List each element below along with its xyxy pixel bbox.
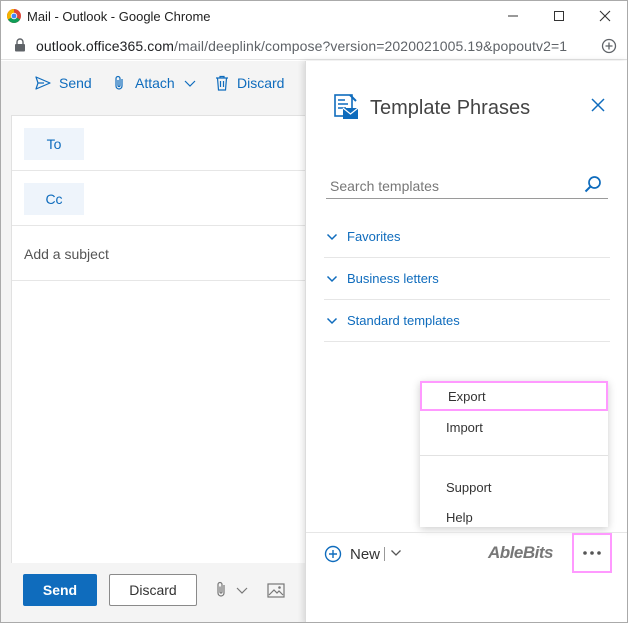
window-title: Mail - Outlook - Google Chrome [27,9,211,24]
search-templates-field[interactable]: Search templates [326,173,608,199]
browser-window: Mail - Outlook - Google Chrome outlook.o… [0,0,628,623]
toolbar-discard-label: Discard [237,75,285,91]
toolbar-send-button[interactable]: Send [35,73,92,93]
toolbar-attach-label: Attach [135,75,175,91]
address-bar[interactable]: outlook.office365.com/mail/deeplink/comp… [1,32,627,60]
search-input[interactable]: Search templates [330,178,439,194]
url-path: /mail/deeplink/compose?version=202002100… [174,38,568,54]
menu-item-support[interactable]: Support [420,472,608,502]
url-text[interactable]: outlook.office365.com/mail/deeplink/comp… [36,38,567,54]
trash-icon [216,75,228,91]
compose-form: To Cc Add a subject [11,115,306,563]
discard-button[interactable]: Discard [109,574,197,606]
minimize-icon [508,15,518,17]
category-label: Favorites [347,229,401,244]
category-label: Standard templates [347,313,460,328]
subject-row[interactable]: Add a subject [12,226,306,281]
category-label: Business letters [347,271,439,286]
menu-item-import[interactable]: Import [420,412,608,442]
compose-footer: Send Discard [1,569,305,622]
close-icon [599,10,611,22]
chevron-down-icon [326,233,338,240]
compose-area: Send Attach Discard To Cc Add a subject [1,61,306,622]
new-template-label: New [350,545,381,563]
ellipsis-icon [583,551,601,555]
minimize-button[interactable] [501,5,525,27]
send-button[interactable]: Send [23,574,97,606]
new-template-button[interactable]: New [324,544,380,564]
ablebits-logo: AbleBits [488,543,553,562]
chevron-down-icon[interactable] [390,549,402,557]
paperclip-icon[interactable] [215,581,229,599]
subject-input[interactable]: Add a subject [24,246,109,262]
menu-item-export[interactable]: Export [420,381,608,411]
lock-icon [15,38,25,52]
close-icon[interactable] [590,97,606,113]
to-button[interactable]: To [24,128,84,160]
chevron-down-icon [326,275,338,282]
toolbar-attach-button[interactable]: Attach [113,73,197,93]
more-options-button[interactable] [572,533,612,573]
category-favorites[interactable]: Favorites [324,216,610,258]
more-options-menu: Export Import Support Help [420,381,608,527]
paperclip-icon [115,75,123,90]
panel-title: Template Phrases [370,97,531,119]
close-window-button[interactable] [593,5,617,27]
menu-divider [420,455,608,456]
add-circle-icon [324,545,342,563]
toolbar-discard-button[interactable]: Discard [215,73,284,93]
maximize-button[interactable] [547,5,571,27]
to-row: To [12,116,306,171]
menu-item-help[interactable]: Help [420,502,608,532]
send-icon [35,76,51,90]
toolbar-send-label: Send [59,75,92,91]
image-icon[interactable] [267,583,285,598]
chevron-down-icon [326,317,338,324]
title-bar: Mail - Outlook - Google Chrome [1,1,627,32]
new-button-divider [384,547,385,561]
url-host: outlook.office365.com [36,38,175,54]
category-business-letters[interactable]: Business letters [324,258,610,300]
add-circle-icon[interactable] [601,38,617,54]
search-icon[interactable] [584,175,602,193]
template-phrases-logo-icon [334,94,359,119]
chevron-down-icon[interactable] [235,586,249,596]
maximize-icon [554,11,564,21]
compose-toolbar: Send Attach Discard [1,61,305,105]
cc-row: Cc [12,171,306,226]
template-phrases-panel: Template Phrases Search templates Favori… [305,61,627,622]
chrome-icon [7,9,21,23]
cc-button[interactable]: Cc [24,183,84,215]
category-standard-templates[interactable]: Standard templates [324,300,610,342]
chevron-down-icon [184,80,196,87]
